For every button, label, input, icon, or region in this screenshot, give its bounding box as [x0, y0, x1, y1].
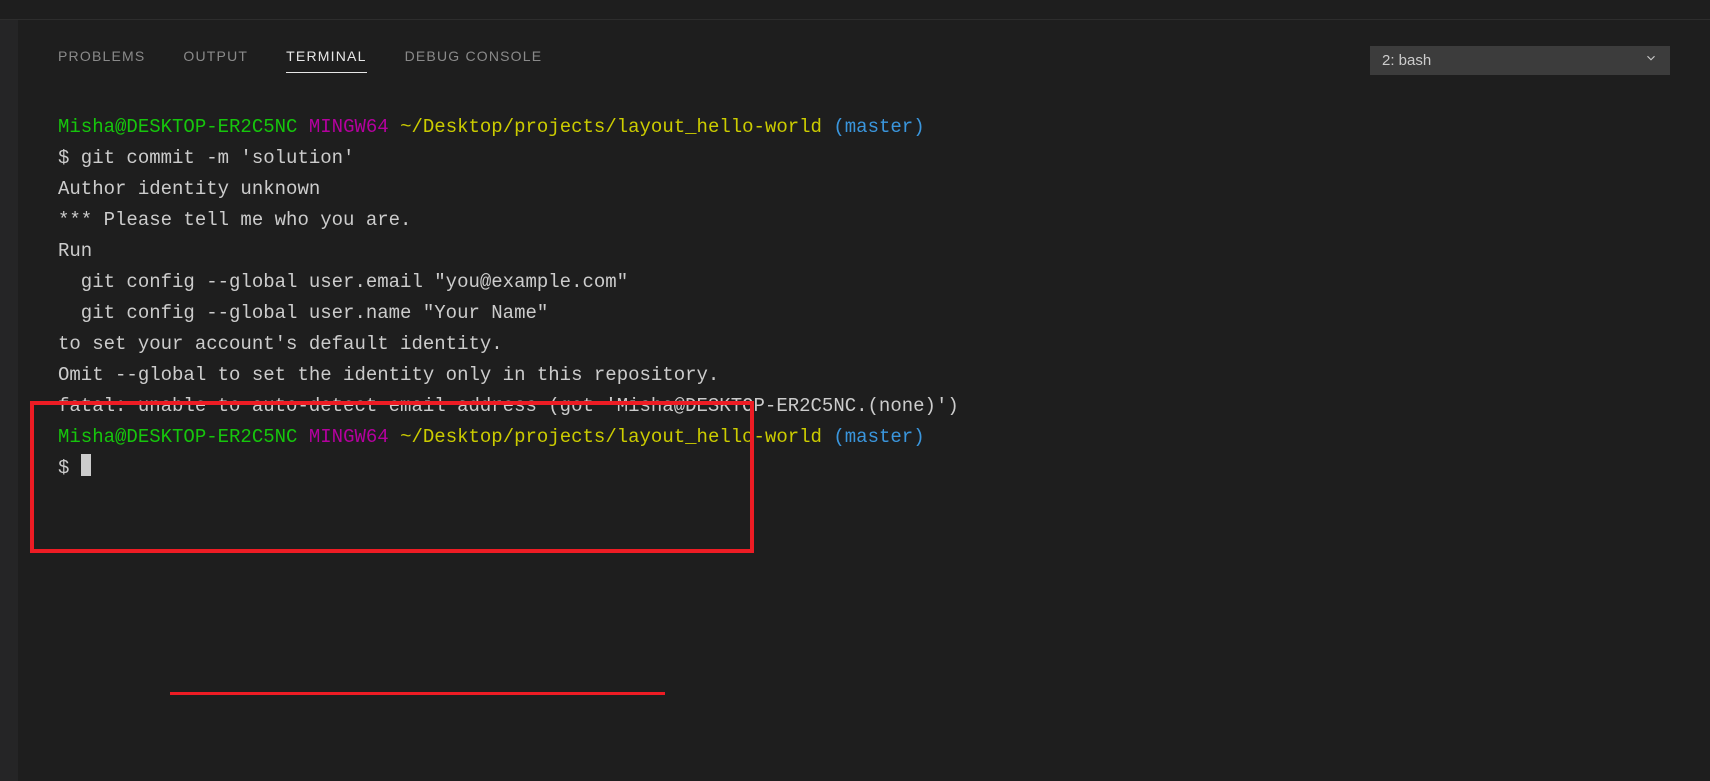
tab-terminal[interactable]: TERMINAL	[286, 48, 366, 73]
activity-bar-gutter	[0, 20, 18, 781]
prompt-branch: (master)	[833, 116, 924, 138]
tab-problems[interactable]: PROBLEMS	[58, 48, 145, 73]
terminal-selector-label: 2: bash	[1382, 52, 1431, 69]
vscode-window: PROBLEMS OUTPUT TERMINAL DEBUG CONSOLE 2…	[0, 0, 1710, 781]
terminal-output[interactable]: Misha@DESKTOP-ER2C5NC MINGW64 ~/Desktop/…	[18, 82, 1710, 781]
annotation-red-box	[30, 401, 754, 553]
chevron-down-icon	[1644, 51, 1658, 69]
output-line: Omit --global to set the identity only i…	[58, 360, 1670, 391]
output-line: git config --global user.name "Your Name…	[58, 298, 1670, 329]
prompt-path: ~/Desktop/projects/layout_hello-world	[400, 116, 822, 138]
terminal-selector[interactable]: 2: bash	[1370, 46, 1670, 75]
prompt-branch: (master)	[833, 426, 924, 448]
output-line: to set your account's default identity.	[58, 329, 1670, 360]
panel-header-right: 2: bash	[1370, 46, 1670, 75]
output-line: git config --global user.email "you@exam…	[58, 267, 1670, 298]
titlebar-spacer	[0, 0, 1710, 20]
tab-debug-console[interactable]: DEBUG CONSOLE	[405, 48, 543, 73]
command-line: $ git commit -m 'solution'	[58, 143, 1670, 174]
prompt-user: Misha@DESKTOP-ER2C5NC	[58, 116, 297, 138]
panel: PROBLEMS OUTPUT TERMINAL DEBUG CONSOLE 2…	[18, 20, 1710, 781]
output-line: Author identity unknown	[58, 174, 1670, 205]
main-area: PROBLEMS OUTPUT TERMINAL DEBUG CONSOLE 2…	[0, 20, 1710, 781]
output-line: Run	[58, 236, 1670, 267]
annotation-red-underline	[170, 692, 665, 695]
panel-tabs: PROBLEMS OUTPUT TERMINAL DEBUG CONSOLE	[58, 48, 542, 73]
prompt-env: MINGW64	[309, 116, 389, 138]
tab-output[interactable]: OUTPUT	[183, 48, 248, 73]
output-line: *** Please tell me who you are.	[58, 205, 1670, 236]
panel-header: PROBLEMS OUTPUT TERMINAL DEBUG CONSOLE 2…	[18, 38, 1710, 82]
prompt-line-1: Misha@DESKTOP-ER2C5NC MINGW64 ~/Desktop/…	[58, 112, 1670, 143]
